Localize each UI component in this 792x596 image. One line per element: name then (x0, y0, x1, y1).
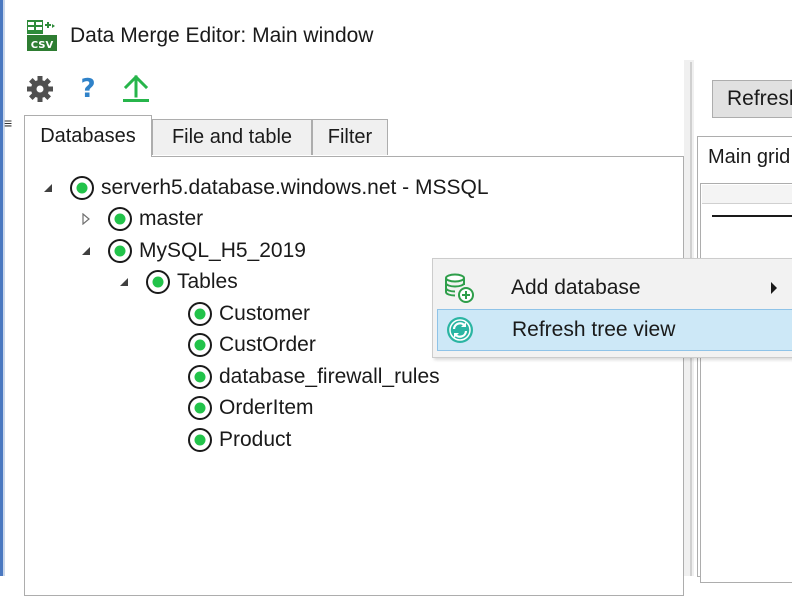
menu-item-add-database[interactable]: Add database (437, 267, 792, 309)
tree-label-tables: Tables (177, 270, 238, 293)
tree-label-table: Customer (219, 302, 311, 325)
collapsed-triangle-icon[interactable] (79, 212, 93, 226)
tree-node-table-orderitem[interactable]: OrderItem (187, 393, 314, 423)
app-icon-label: CSV (31, 40, 54, 51)
tab-databases-label: Databases (40, 125, 136, 147)
tree-node-server[interactable]: serverh5.database.windows.net - MSSQL (41, 173, 489, 203)
tree-node-mysql-db[interactable]: MySQL_H5_2019 (79, 236, 306, 266)
tree-node-table-product[interactable]: Product (187, 425, 291, 455)
tree-node-master[interactable]: master (79, 204, 203, 234)
menu-item-refresh-tree-view[interactable]: Refresh tree view (437, 309, 792, 351)
data-grid-row-line (712, 215, 792, 217)
window-left-border-inner (3, 0, 5, 576)
tree-node-table-database-firewall-rules[interactable]: database_firewall_rules (187, 362, 440, 392)
tab-main-grid-label: Main grid (708, 146, 791, 168)
tree-node-table-custorder[interactable]: CustOrder (187, 330, 316, 360)
gear-icon (27, 76, 53, 102)
refresh-button[interactable]: Refresh (712, 80, 792, 118)
tab-databases[interactable]: Databases (24, 115, 152, 157)
connected-node-icon (188, 333, 212, 357)
data-grid[interactable] (700, 183, 792, 583)
tree-label-table: database_firewall_rules (219, 365, 440, 388)
help-icon: ? (80, 74, 96, 104)
tab-file-and-table[interactable]: File and table (152, 119, 312, 155)
refresh-icon (442, 312, 478, 348)
connected-node-icon (188, 302, 212, 326)
connected-node-icon (188, 428, 212, 452)
toolbar: ? (22, 72, 166, 106)
splitter-grip[interactable]: ≡ (4, 116, 12, 130)
window-title: Data Merge Editor: Main window (70, 24, 374, 47)
connected-node-icon (188, 365, 212, 389)
app-csv-icon: CSV (26, 20, 58, 52)
submenu-arrow-icon (771, 282, 777, 294)
tab-file-and-table-label: File and table (171, 126, 293, 148)
connected-node-icon (188, 396, 212, 420)
connected-node-icon (108, 239, 132, 263)
expanded-triangle-icon[interactable] (41, 181, 55, 195)
connected-node-icon (70, 176, 94, 200)
tree-label-mysql-db: MySQL_H5_2019 (139, 239, 306, 262)
connected-node-icon (146, 270, 170, 294)
title-bar: CSV Data Merge Editor: Main window (26, 18, 373, 54)
upload-arrow-icon (123, 74, 149, 102)
tab-filter-label: Filter (327, 126, 373, 148)
settings-button[interactable] (22, 72, 58, 106)
tree-label-table: OrderItem (219, 396, 314, 419)
tree-node-tables[interactable]: Tables (117, 267, 238, 297)
tab-main-grid[interactable]: Main grid (697, 136, 792, 178)
menu-item-label: Add database (511, 276, 641, 299)
upload-button[interactable] (118, 72, 154, 106)
database-tree[interactable]: serverh5.database.windows.net - MSSQL ma… (24, 156, 684, 596)
tree-label-server: serverh5.database.windows.net - MSSQL (101, 176, 489, 199)
help-button[interactable]: ? (70, 72, 106, 106)
context-menu: Add database Refresh tree view (432, 258, 792, 358)
data-grid-header[interactable] (702, 185, 792, 204)
tree-label-table: Product (219, 428, 292, 451)
refresh-button-label: Refresh (727, 87, 792, 110)
expanded-triangle-icon[interactable] (117, 275, 131, 289)
tree-node-table-customer[interactable]: Customer (187, 299, 310, 329)
tree-label-table: CustOrder (219, 333, 316, 356)
connected-node-icon (108, 207, 132, 231)
database-add-icon (441, 270, 477, 306)
expanded-triangle-icon[interactable] (79, 244, 93, 258)
tree-label-master: master (139, 207, 204, 230)
tab-filter[interactable]: Filter (312, 119, 388, 155)
menu-item-label: Refresh tree view (512, 318, 676, 341)
